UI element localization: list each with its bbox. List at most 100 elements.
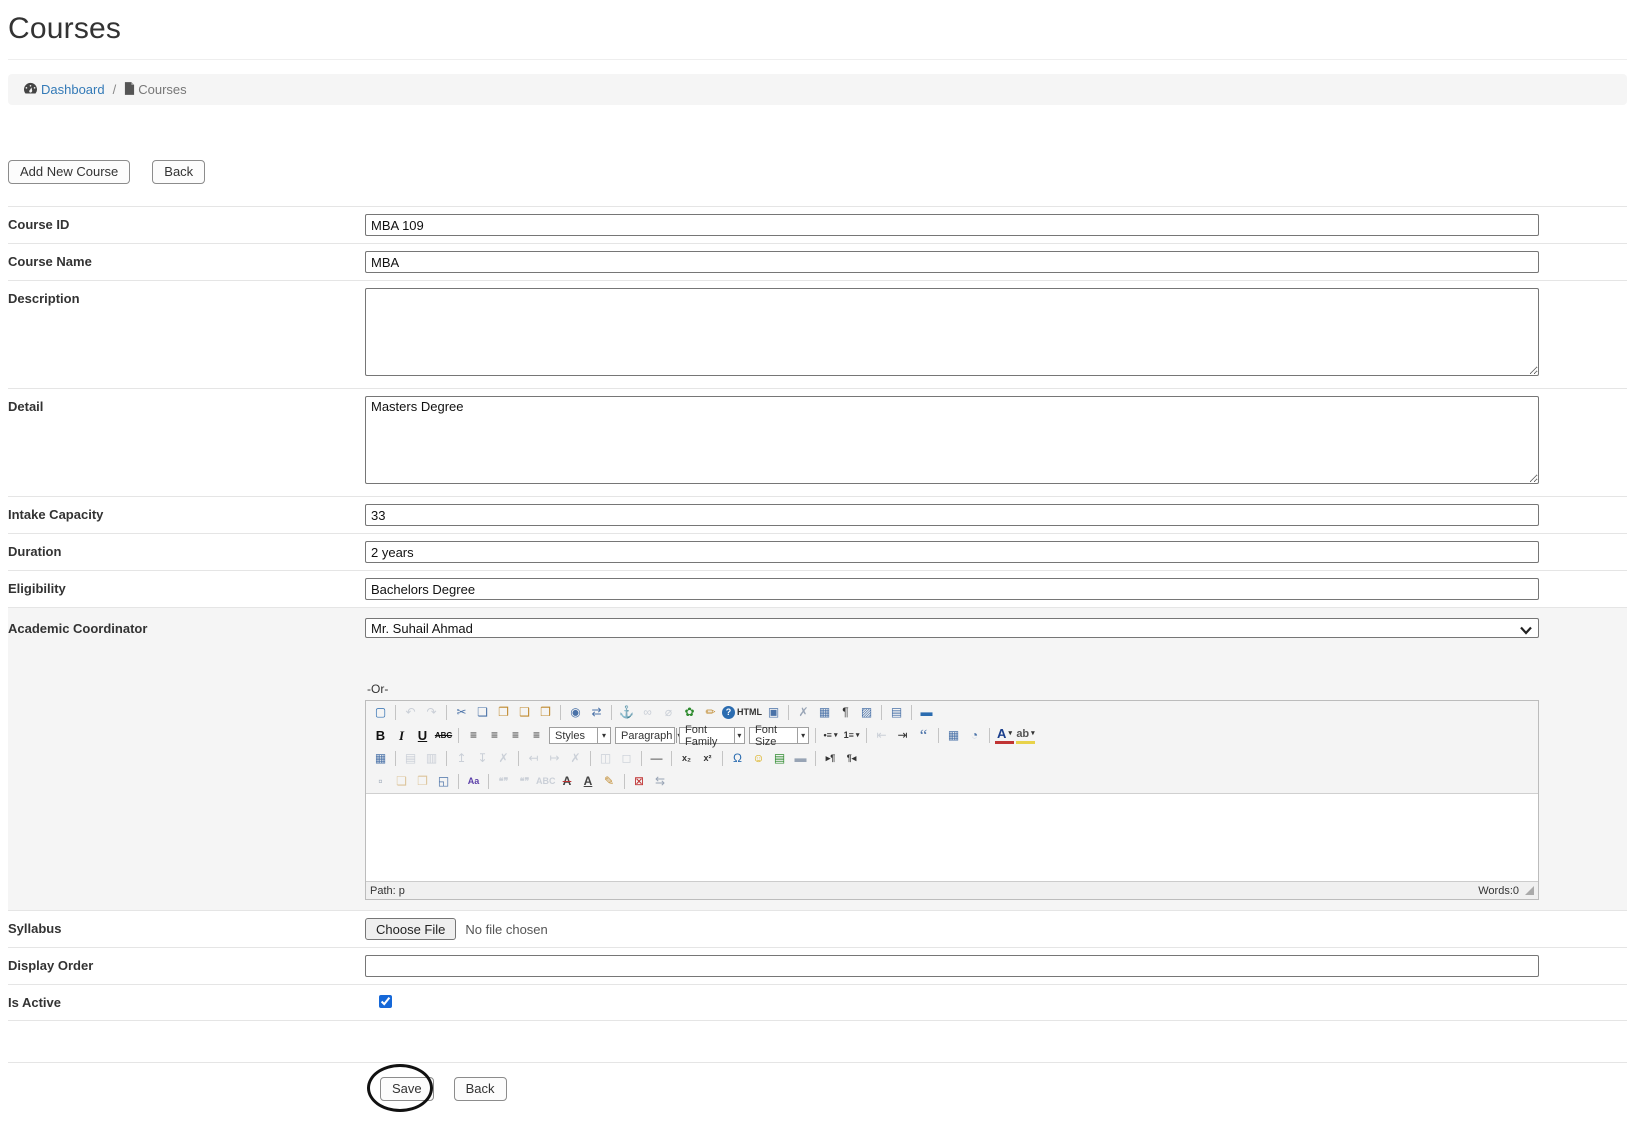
subscript-icon[interactable]: x₂	[677, 749, 696, 768]
back-button-top[interactable]: Back	[152, 160, 205, 184]
preview-icon[interactable]: ▨	[857, 703, 876, 722]
page-break-icon[interactable]: ⇆	[651, 772, 670, 791]
paragraph-dropdown[interactable]: Paragraph▾	[615, 727, 675, 744]
superscript-icon[interactable]: x²	[698, 749, 717, 768]
text-color-icon[interactable]: A▾	[995, 727, 1014, 744]
detail-textarea[interactable]: Masters Degree	[365, 396, 1539, 484]
absolute-position-icon[interactable]: ◱	[434, 772, 453, 791]
toolbar-separator	[560, 705, 561, 720]
display-order-input[interactable]	[365, 955, 1539, 977]
paste-icon[interactable]: ❐	[494, 703, 513, 722]
merge-cells-icon[interactable]: ◻	[617, 749, 636, 768]
media-icon[interactable]: ▤	[770, 749, 789, 768]
print-icon[interactable]: ▤	[887, 703, 906, 722]
numbered-list-icon[interactable]: 1≡▾	[842, 726, 861, 745]
eligibility-input[interactable]	[365, 578, 1539, 600]
insert-time-icon[interactable]: ◔	[965, 726, 984, 745]
link-icon[interactable]: ∞	[638, 703, 657, 722]
help-icon[interactable]: ?	[722, 706, 735, 719]
rtl-icon[interactable]: ¶◂	[842, 749, 861, 768]
deleted-text-icon[interactable]: A	[558, 772, 577, 791]
align-justify-icon[interactable]: ≡	[527, 726, 546, 745]
html-source-icon[interactable]: HTML	[737, 703, 762, 722]
insert-column-before-icon[interactable]: ↤	[524, 749, 543, 768]
editor-resize-handle[interactable]	[1525, 886, 1534, 895]
table-properties-icon[interactable]: ▦	[371, 749, 390, 768]
delete-column-icon[interactable]: ✗	[566, 749, 585, 768]
choose-file-button[interactable]: Choose File	[365, 918, 456, 940]
special-character-icon[interactable]: Ω	[728, 749, 747, 768]
font-size-dropdown[interactable]: Font Size▾	[749, 727, 809, 744]
find-replace-icon[interactable]: ⇄	[587, 703, 606, 722]
paste-as-text-icon[interactable]: ❑	[515, 703, 534, 722]
breadcrumb-current-label: Courses	[138, 82, 186, 97]
indent-icon[interactable]: ⇥	[893, 726, 912, 745]
acronym-icon[interactable]: ABC	[536, 772, 556, 791]
breadcrumb-dashboard[interactable]: Dashboard	[23, 82, 105, 98]
remove-format-icon[interactable]: ✗	[794, 703, 813, 722]
fullscreen-icon[interactable]: ▬	[917, 703, 936, 722]
font-family-dropdown[interactable]: Font Family▾	[679, 727, 745, 744]
back-button-bottom[interactable]: Back	[454, 1077, 507, 1101]
insert-row-after-icon[interactable]: ↧	[473, 749, 492, 768]
is-active-checkbox[interactable]	[379, 995, 392, 1008]
underline-icon[interactable]: U	[413, 726, 432, 745]
italic-icon[interactable]: I	[392, 726, 411, 745]
insert-date-icon[interactable]: ▦	[944, 726, 963, 745]
background-color-icon[interactable]: ab▾	[1016, 728, 1035, 744]
insert-column-after-icon[interactable]: ↦	[545, 749, 564, 768]
align-center-icon[interactable]: ≡	[485, 726, 504, 745]
visual-characters-icon[interactable]: ⊠	[630, 772, 649, 791]
duration-input[interactable]	[365, 541, 1539, 563]
table-row-properties-icon[interactable]: ▤	[401, 749, 420, 768]
delete-row-icon[interactable]: ✗	[494, 749, 513, 768]
bring-forward-icon[interactable]: ❏	[392, 772, 411, 791]
editor-content-area[interactable]	[366, 793, 1538, 881]
redo-icon[interactable]: ↷	[422, 703, 441, 722]
anchor-icon[interactable]: ⚓	[617, 703, 636, 722]
paste-from-word-icon[interactable]: ❒	[536, 703, 555, 722]
undo-icon[interactable]: ↶	[401, 703, 420, 722]
insert-table-icon[interactable]: ▦	[815, 703, 834, 722]
style-properties-icon[interactable]: Aa	[464, 772, 483, 791]
description-textarea[interactable]	[365, 288, 1539, 376]
advanced-hr-icon[interactable]: ▬	[791, 749, 810, 768]
insert-row-before-icon[interactable]: ↥	[452, 749, 471, 768]
image-icon[interactable]: ✿	[680, 703, 699, 722]
bullet-list-icon[interactable]: •≡▾	[821, 726, 840, 745]
send-backward-icon[interactable]: ❐	[413, 772, 432, 791]
add-new-course-button[interactable]: Add New Course	[8, 160, 130, 184]
save-button[interactable]: Save	[380, 1077, 434, 1101]
unlink-icon[interactable]: ⌀	[659, 703, 678, 722]
blockquote-icon[interactable]: “	[914, 726, 933, 745]
copy-icon[interactable]: ❏	[473, 703, 492, 722]
split-cells-icon[interactable]: ◫	[596, 749, 615, 768]
find-icon[interactable]: ◉	[566, 703, 585, 722]
emoticons-icon[interactable]: ☺	[749, 749, 768, 768]
document-properties-icon[interactable]: ▣	[764, 703, 783, 722]
edit-attributes-icon[interactable]: ✎	[600, 772, 619, 791]
abbreviation-icon[interactable]: ❝❞	[515, 772, 534, 791]
insert-layer-icon[interactable]: ▫	[371, 772, 390, 791]
cut-icon[interactable]: ✂	[452, 703, 471, 722]
intake-capacity-input[interactable]	[365, 504, 1539, 526]
outdent-icon[interactable]: ⇤	[872, 726, 891, 745]
inserted-text-icon[interactable]: A	[579, 772, 598, 791]
align-right-icon[interactable]: ≡	[506, 726, 525, 745]
course-name-input[interactable]	[365, 251, 1539, 273]
ltr-icon[interactable]: ▸¶	[821, 749, 840, 768]
is-active-label: Is Active	[8, 992, 365, 1013]
academic-coordinator-select[interactable]: Mr. Suhail Ahmad	[365, 618, 1539, 638]
styles-dropdown[interactable]: Styles▾	[549, 727, 611, 744]
table-cell-properties-icon[interactable]: ▥	[422, 749, 441, 768]
horizontal-rule-icon[interactable]: —	[647, 749, 666, 768]
course-id-input[interactable]	[365, 214, 1539, 236]
strikethrough-icon[interactable]: ABC	[434, 726, 453, 745]
citation-icon[interactable]: ❝❞	[494, 772, 513, 791]
show-blocks-icon[interactable]: ¶	[836, 703, 855, 722]
cleanup-icon[interactable]: ✏	[701, 703, 720, 722]
new-document-icon[interactable]: ▢	[371, 703, 390, 722]
bold-icon[interactable]: B	[371, 726, 390, 745]
align-left-icon[interactable]: ≡	[464, 726, 483, 745]
breadcrumb-dashboard-link[interactable]: Dashboard	[41, 82, 105, 97]
